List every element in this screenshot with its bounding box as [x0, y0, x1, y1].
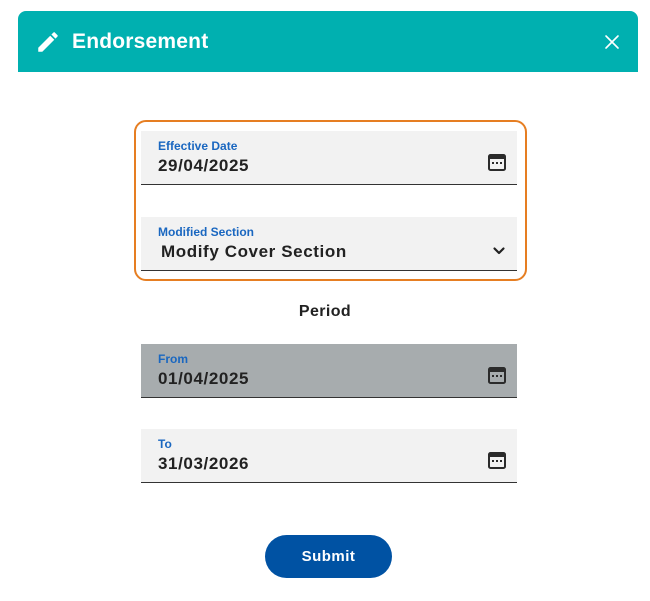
to-date-value[interactable]: 31/03/2026	[158, 454, 249, 474]
to-date-field[interactable]: To 31/03/2026	[141, 429, 517, 483]
calendar-icon[interactable]	[487, 152, 507, 172]
from-date-label: From	[158, 352, 188, 366]
calendar-icon	[488, 367, 506, 384]
calendar-icon[interactable]	[487, 450, 507, 470]
modified-section-value[interactable]: Modify Cover Section	[161, 242, 347, 262]
dialog-title: Endorsement	[72, 30, 209, 53]
effective-date-value[interactable]: 29/04/2025	[158, 156, 249, 176]
pencil-icon	[38, 32, 58, 52]
effective-date-label: Effective Date	[158, 139, 238, 153]
modified-section-select[interactable]: Modified Section Modify Cover Section	[141, 217, 517, 271]
from-date-field: From 01/04/2025	[141, 344, 517, 398]
from-date-value: 01/04/2025	[158, 369, 250, 388]
effective-date-field[interactable]: Effective Date 29/04/2025	[141, 131, 517, 185]
to-date-label: To	[158, 437, 172, 451]
close-icon[interactable]	[602, 32, 622, 52]
period-heading: Period	[298, 303, 352, 320]
endorsement-dialog: Endorsement Effective Date 29/04/2025 Mo…	[0, 0, 650, 601]
dialog-header: Endorsement	[18, 11, 638, 72]
modified-section-label: Modified Section	[158, 225, 254, 239]
submit-button[interactable]: Submit	[265, 535, 392, 578]
chevron-down-icon[interactable]	[491, 243, 507, 259]
